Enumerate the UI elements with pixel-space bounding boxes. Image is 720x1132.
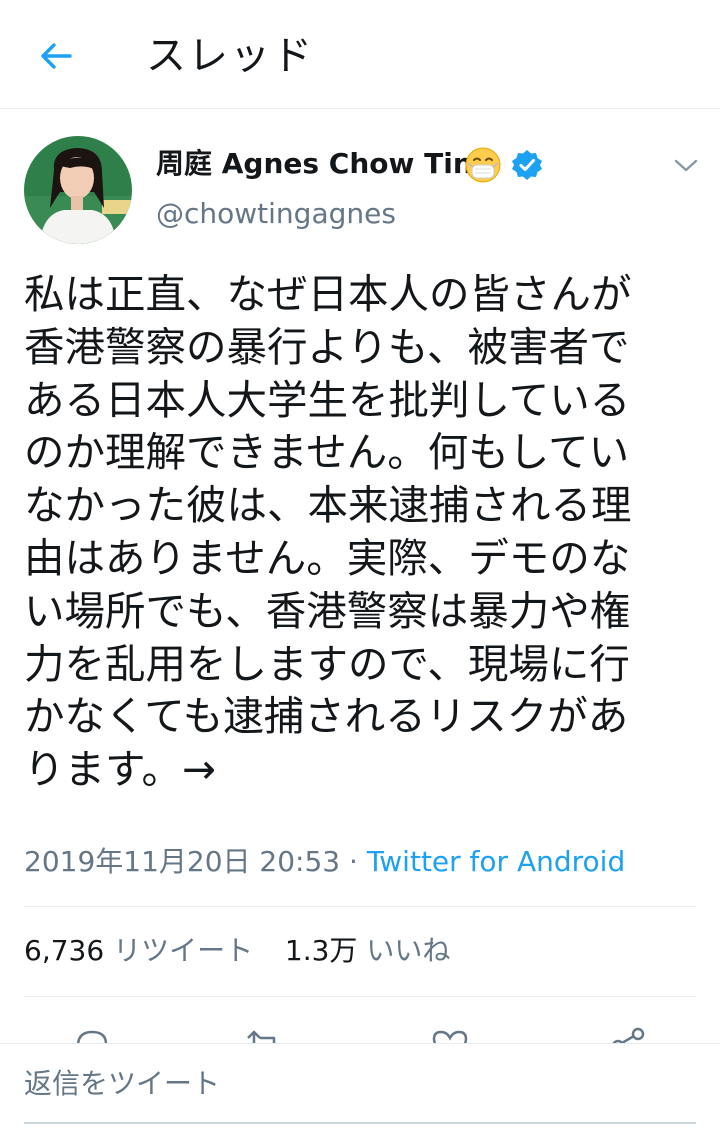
likes-label: いいね: [366, 934, 451, 967]
divider: [24, 996, 696, 997]
author-name[interactable]: 周庭 Agnes Chow Ting: [156, 144, 493, 184]
likes-count: 1.3万: [284, 934, 358, 967]
tweet-text: 私は正直、なぜ日本人の皆さんが 香港警察の暴行よりも、被害者で ある日本人大学生…: [24, 270, 632, 794]
likes-stat[interactable]: 1.3万 いいね: [285, 934, 450, 967]
arrow-left-icon: [41, 43, 72, 69]
like-button[interactable]: [428, 1024, 472, 1044]
share-button[interactable]: [606, 1024, 650, 1044]
verified-badge-icon: [512, 150, 542, 180]
tweet-source-link[interactable]: Twitter for Android: [367, 845, 625, 878]
tweet-stats: 6,736 リツイート 1.3万 いいね: [24, 930, 450, 972]
tweet-actions: [0, 1022, 720, 1044]
top-app-bar: スレッド: [0, 0, 720, 109]
heart-icon: [432, 1030, 468, 1044]
avatar-photo: [24, 136, 132, 244]
retweets-stat[interactable]: 6,736 リツイート: [24, 934, 262, 967]
retweet-icon: [247, 1030, 276, 1044]
reply-input[interactable]: 返信をツイート: [24, 1064, 696, 1104]
divider: [24, 906, 696, 907]
reply-button[interactable]: [70, 1024, 114, 1044]
avatar[interactable]: [24, 136, 132, 244]
reply-input-underline: [24, 1122, 696, 1124]
share-icon: [612, 1027, 645, 1044]
back-button[interactable]: [30, 30, 82, 82]
tweet-menu-button[interactable]: [666, 146, 706, 186]
reply-composer: 返信をツイート: [0, 1043, 720, 1132]
tweet-timestamp[interactable]: 2019年11月20日 20:53: [24, 845, 340, 878]
reply-icon: [76, 1030, 108, 1044]
retweets-count: 6,736: [24, 934, 105, 967]
chevron-down-icon: [674, 159, 698, 172]
page-title: スレッド: [146, 33, 314, 79]
face-with-medical-mask-icon: [465, 147, 501, 183]
tweet-meta: 2019年11月20日 20:53 · Twitter for Android: [24, 842, 625, 882]
retweets-label: リツイート: [113, 934, 254, 967]
meta-separator: ·: [340, 845, 367, 878]
author-handle[interactable]: @chowtingagnes: [156, 194, 396, 234]
retweet-button[interactable]: [242, 1024, 286, 1044]
